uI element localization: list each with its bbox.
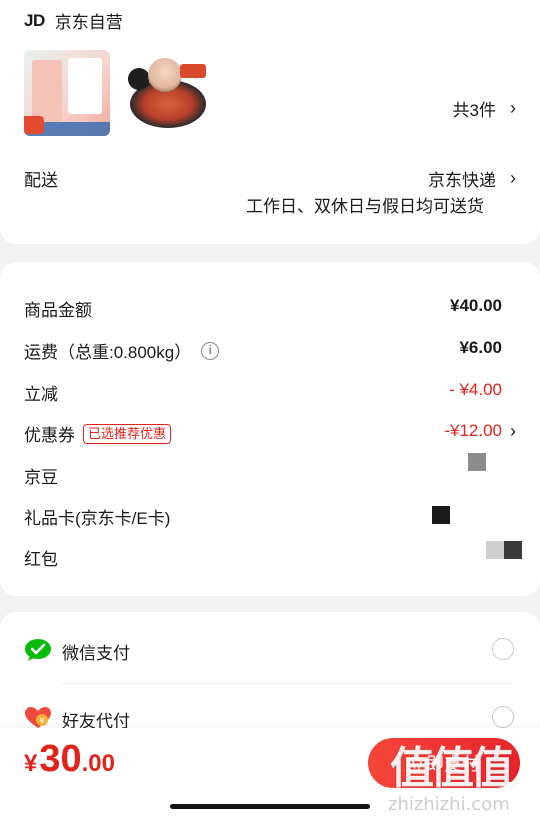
discount-row: 立减 - ¥4.00 (0, 376, 540, 408)
total-amount: ¥ 30 .00 (24, 738, 115, 781)
redacted-value (486, 541, 504, 559)
delivery-method: 京东快递 (428, 171, 496, 190)
total-decimal: .00 (81, 750, 116, 777)
amount-card: 商品金额 ¥40.00 运费（总重:0.800kg） i ¥6.00 立减 - … (0, 262, 540, 596)
redpacket-label: 红包 (24, 550, 58, 569)
delivery-label: 配送 (24, 171, 58, 190)
shipping-value: ¥6.00 (459, 338, 502, 357)
chevron-right-icon: › (510, 168, 516, 188)
chevron-right-icon: › (510, 98, 516, 118)
coupon-label-wrap: 优惠券 已选推荐优惠 (24, 421, 172, 446)
delivery-note: 工作日、双休日与假日均可送货 (246, 197, 484, 216)
product-image-part (180, 64, 206, 78)
coupon-label: 优惠券 (24, 426, 75, 445)
jd-logo: JD (24, 10, 45, 30)
goods-amount-value: ¥40.00 (450, 296, 502, 315)
product-image-part (148, 58, 182, 92)
shop-card: JD 京东自营 共3件 › 配送 京东快递 › 工作日、双休日与假日均可送货 (0, 0, 540, 244)
goods-amount-row: 商品金额 ¥40.00 (0, 292, 540, 324)
watermark-logo: 值值值 (390, 743, 514, 794)
coupon-row[interactable]: 优惠券 已选推荐优惠 -¥12.00 › (0, 417, 540, 449)
total-integer: 30 (39, 738, 82, 780)
coupon-value: -¥12.00 (444, 421, 502, 440)
payment-divider (62, 683, 512, 684)
total-currency: ¥ (24, 750, 38, 777)
product-thumbnail[interactable] (124, 50, 210, 136)
home-indicator (170, 804, 370, 809)
discount-label: 立减 (24, 385, 58, 404)
friend-pay-icon: ¥ (25, 707, 51, 728)
wechat-pay-radio[interactable] (492, 638, 514, 660)
shop-header[interactable]: JD 京东自营 (24, 8, 123, 33)
product-image-part (68, 58, 102, 114)
discount-value: - ¥4.00 (449, 380, 502, 399)
item-count: 共3件 (452, 101, 496, 120)
redacted-value (468, 453, 486, 471)
product-image-part (24, 116, 44, 134)
delivery-selector[interactable]: 京东快递 › (428, 166, 516, 191)
payment-option-wechat[interactable]: 微信支付 (0, 630, 540, 670)
giftcard-label: 礼品卡(京东卡/E卡) (24, 509, 171, 528)
svg-text:¥: ¥ (39, 717, 44, 726)
shipping-row: 运费（总重:0.800kg） i ¥6.00 (0, 334, 540, 366)
chevron-right-icon: › (510, 421, 516, 441)
shop-name: 京东自营 (54, 13, 123, 32)
wechat-pay-icon (25, 639, 51, 661)
friend-pay-radio[interactable] (492, 706, 514, 728)
redacted-value (432, 506, 450, 524)
wechat-pay-label: 微信支付 (62, 644, 130, 663)
product-image-part (128, 68, 150, 90)
product-image-part (32, 60, 62, 122)
jingdou-label: 京豆 (24, 468, 58, 487)
watermark-url: zhizhizhi.com (388, 794, 510, 815)
giftcard-row[interactable]: 礼品卡(京东卡/E卡) (0, 500, 540, 532)
shipping-label: 运费（总重:0.800kg） (24, 343, 192, 362)
goods-amount-label: 商品金额 (24, 301, 92, 320)
info-icon[interactable]: i (201, 341, 220, 360)
redacted-value (504, 541, 522, 559)
bottom-bar: ¥ 30 .00 立即支付 值值值 zhizhizhi.com (0, 728, 540, 820)
item-count-link[interactable]: 共3件 › (453, 96, 516, 121)
shipping-label-wrap: 运费（总重:0.800kg） i (24, 338, 220, 363)
redpacket-row[interactable]: 红包 (0, 541, 540, 573)
jingdou-row[interactable]: 京豆 (0, 453, 540, 491)
coupon-badge: 已选推荐优惠 (83, 423, 172, 444)
product-thumbnail[interactable] (24, 50, 110, 136)
